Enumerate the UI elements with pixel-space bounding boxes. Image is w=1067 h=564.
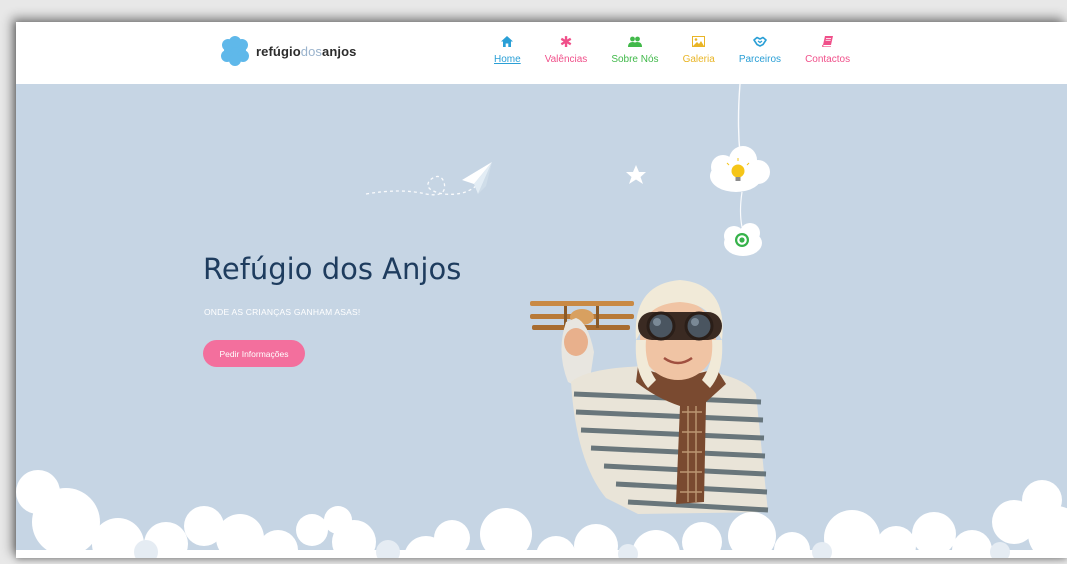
child-aviator-photo — [530, 280, 769, 514]
browser-viewport: refúgiodosanjos Home ✱ Valências Sobre N… — [16, 22, 1067, 558]
request-info-button[interactable]: Pedir Informações — [203, 340, 305, 367]
bottom-clouds — [16, 470, 1067, 558]
hero-title: Refúgio dos Anjos — [203, 252, 462, 286]
flight-trail — [365, 175, 477, 196]
hanging-string — [737, 83, 741, 155]
hero-illustration — [16, 83, 1067, 558]
lightbulb-icon — [731, 164, 745, 178]
target-cloud — [724, 223, 762, 256]
paper-plane-icon — [462, 162, 492, 194]
hanging-string-lower — [739, 191, 743, 228]
lightbulb-cloud — [710, 146, 770, 192]
star-icon — [626, 165, 646, 184]
target-icon — [735, 233, 749, 247]
hero-subtitle: ONDE AS CRIANÇAS GANHAM ASAS! — [204, 307, 361, 317]
